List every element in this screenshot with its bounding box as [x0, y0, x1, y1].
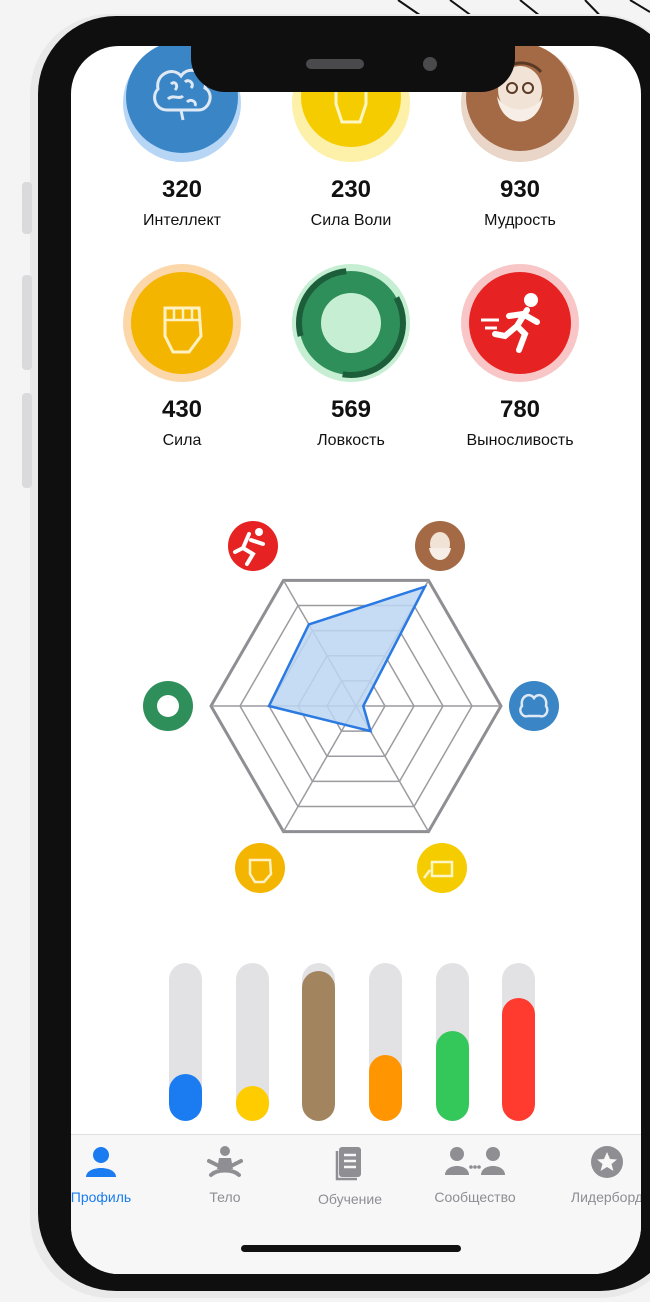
tab-profile-label: Профиль: [71, 1189, 132, 1205]
tab-leaderboard[interactable]: Лидерборд: [547, 1145, 641, 1205]
person-icon: [86, 1147, 116, 1177]
willpower-value: 230: [330, 176, 372, 203]
endurance-badge[interactable]: [461, 264, 579, 382]
strength-badge[interactable]: [123, 264, 241, 382]
phone-notch: [191, 40, 515, 92]
front-camera: [423, 57, 437, 71]
bar-agility: [436, 963, 469, 1121]
willpower-label: Сила Воли: [310, 212, 392, 229]
tab-bar: Профиль Тело Обучение Сообщество Лидербо…: [71, 1134, 641, 1274]
tab-leaderboard-label: Лидерборд: [570, 1189, 641, 1205]
app-screen: 320 230 930 Интеллект Сила Воли Мудрость: [71, 46, 641, 1274]
wisdom-label: Мудрость: [484, 212, 556, 229]
bar-wisdom: [302, 963, 335, 1121]
bar-endurance: [502, 963, 535, 1121]
tab-community-label: Сообщество: [434, 1189, 516, 1205]
radar-icon-wisdom: [415, 521, 465, 571]
bar-willpower: [236, 963, 269, 1121]
bar-fill: [302, 970, 335, 1121]
bar-fill: [502, 997, 535, 1121]
radar-icon-willpower: [417, 843, 467, 893]
fist-icon: [131, 272, 233, 374]
agility-label: Ловкость: [317, 432, 385, 449]
tab-body-label: Тело: [209, 1189, 241, 1205]
radar-value-shape: [267, 584, 428, 733]
tab-body[interactable]: Тело: [165, 1145, 285, 1205]
bar-fill: [236, 1086, 269, 1121]
endurance-label: Выносливость: [466, 432, 574, 449]
tab-community[interactable]: Сообщество: [415, 1145, 535, 1205]
community-icon: [445, 1147, 505, 1175]
tab-profile[interactable]: Профиль: [71, 1145, 161, 1205]
radar-chart: [143, 521, 559, 893]
bar-fill: [369, 1054, 402, 1121]
wisdom-value: 930: [499, 176, 541, 203]
intellect-label: Интеллект: [143, 212, 221, 229]
tab-learning[interactable]: Обучение: [290, 1145, 410, 1207]
volume-up-button: [22, 275, 32, 370]
star-icon: [591, 1146, 623, 1178]
endurance-value: 780: [499, 396, 541, 423]
radar-icon-strength: [235, 843, 285, 893]
agility-badge[interactable]: [292, 264, 410, 382]
radar-icon-endurance: [228, 521, 278, 571]
ring-icon: [296, 268, 406, 378]
bar-fill: [436, 1030, 469, 1121]
tab-learning-label: Обучение: [317, 1191, 383, 1207]
bar-strength: [369, 963, 402, 1121]
speaker: [306, 59, 364, 69]
radar-icon-agility: [143, 681, 193, 731]
strength-value: 430: [161, 396, 203, 423]
meditation-icon: [207, 1146, 243, 1177]
home-indicator: [241, 1245, 461, 1252]
intellect-value: 320: [161, 176, 203, 203]
runner-icon: [469, 272, 571, 374]
radar-icon-intellect: [509, 681, 559, 731]
book-icon: [335, 1147, 361, 1181]
bar-intellect: [169, 963, 202, 1121]
strength-label: Сила: [162, 432, 202, 449]
agility-value: 569: [330, 396, 372, 423]
mute-switch: [22, 182, 32, 234]
bar-fill: [169, 1073, 202, 1121]
volume-down-button: [22, 393, 32, 488]
